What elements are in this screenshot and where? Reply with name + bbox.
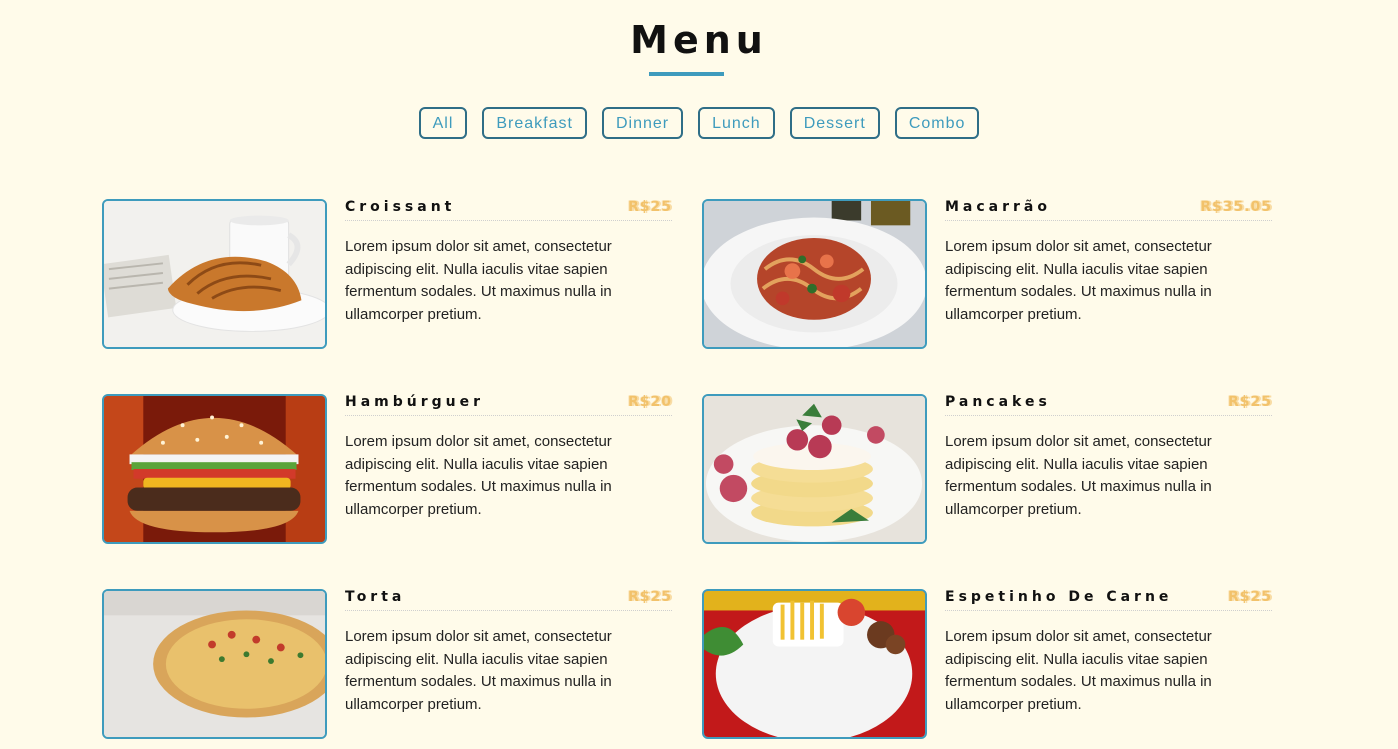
filter-all-button[interactable]: All [418, 107, 468, 139]
filter-combo-button[interactable]: Combo [894, 107, 980, 139]
item-description: Lorem ipsum dolor sit amet, consectetur … [945, 433, 1212, 518]
croissant-photo [102, 199, 327, 349]
item-divider [945, 610, 1272, 611]
item-divider [945, 415, 1272, 416]
item-description: Lorem ipsum dolor sit amet, consectetur … [345, 628, 612, 713]
item-description: Lorem ipsum dolor sit amet, consectetur … [945, 238, 1212, 323]
item-divider [345, 610, 672, 611]
menu-item-croissant: Croissant R$25 Lorem ipsum dolor sit ame… [102, 199, 672, 359]
menu-title: Menu [630, 18, 768, 62]
item-name: Hambúrguer [345, 394, 485, 410]
filter-dinner-button[interactable]: Dinner [601, 107, 684, 139]
menu-item-torta: Torta R$25 Lorem ipsum dolor sit amet, c… [102, 589, 672, 749]
item-description: Lorem ipsum dolor sit amet, consectetur … [945, 628, 1212, 713]
menu-item-pancakes: Pancakes R$25 Lorem ipsum dolor sit amet… [702, 394, 1272, 554]
item-name: Croissant [345, 199, 456, 215]
item-divider [345, 220, 672, 221]
filter-dessert-button[interactable]: Dessert [789, 107, 880, 139]
menu-item-espetinho-de-carne: Espetinho De Carne R$25 Lorem ipsum dolo… [702, 589, 1272, 749]
item-name: Macarrão [945, 199, 1051, 215]
item-description: Lorem ipsum dolor sit amet, consectetur … [345, 433, 612, 518]
filter-breakfast-button[interactable]: Breakfast [482, 107, 587, 139]
pancakes-photo [702, 394, 927, 544]
filter-bar: All Breakfast Dinner Lunch Dessert Combo [0, 107, 1398, 139]
title-underline [649, 72, 724, 76]
filter-lunch-button[interactable]: Lunch [698, 107, 775, 139]
item-divider [945, 220, 1272, 221]
pizza-photo [102, 589, 327, 739]
item-divider [345, 415, 672, 416]
item-price: R$25 [627, 589, 672, 605]
item-name: Espetinho De Carne [945, 589, 1173, 605]
item-price: R$20 [627, 394, 672, 410]
item-price: R$25 [1227, 589, 1272, 605]
item-name: Pancakes [945, 394, 1051, 410]
item-price: R$25 [627, 199, 672, 215]
item-price: R$35.05 [1200, 199, 1272, 215]
burger-photo [102, 394, 327, 544]
item-description: Lorem ipsum dolor sit amet, consectetur … [345, 238, 612, 323]
menu-item-macarrao: Macarrão R$35.05 Lorem ipsum dolor sit a… [702, 199, 1272, 359]
menu-item-hamburguer: Hambúrguer R$20 Lorem ipsum dolor sit am… [102, 394, 672, 554]
item-price: R$25 [1227, 394, 1272, 410]
skewer-plate-photo [702, 589, 927, 739]
item-name: Torta [345, 589, 406, 605]
pasta-photo [702, 199, 927, 349]
